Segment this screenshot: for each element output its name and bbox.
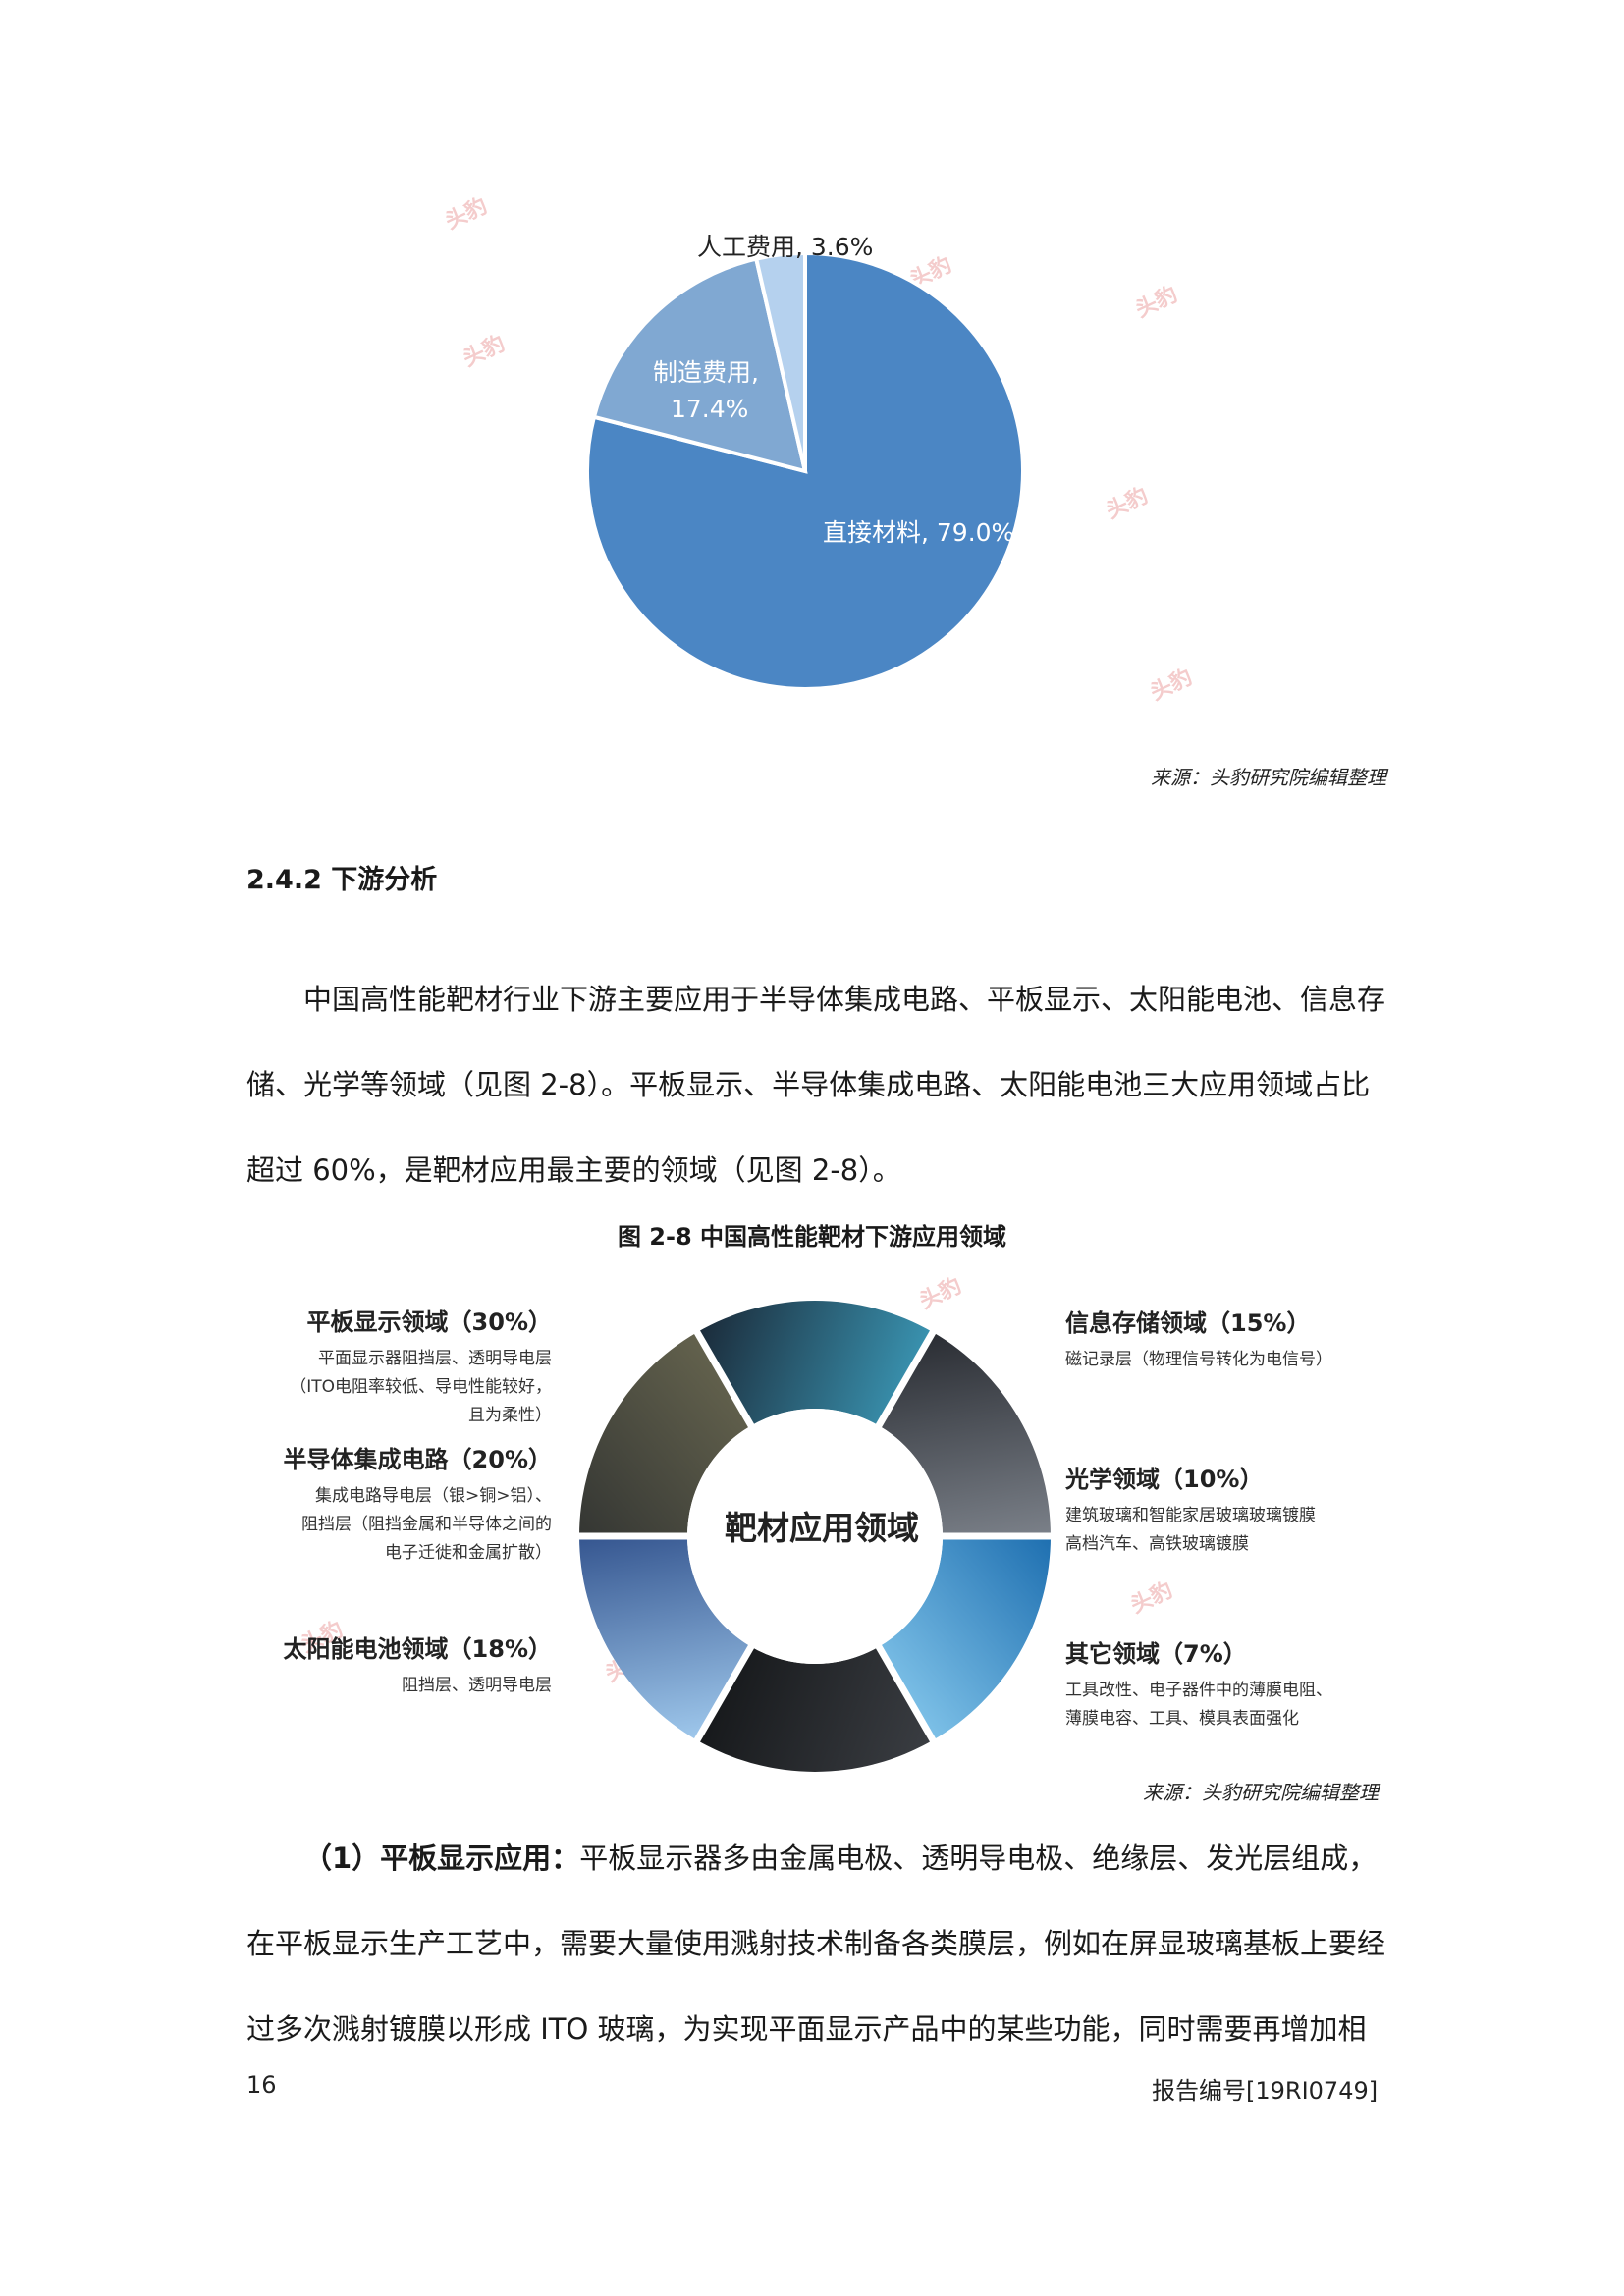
paragraph-line: 中国高性能靶材行业下游主要应用于半导体集成电路、平板显示、太阳能电池、信息存 [303, 983, 1386, 1016]
segment-desc: 工具改性、电子器件中的薄膜电阻、 [1065, 1681, 1332, 1700]
paragraph-text: 平板显示器多由金属电极、透明导电极、绝缘层、发光层组成， [579, 1842, 1378, 1875]
figure2-source: 来源：头豹研究院编辑整理 [1143, 1781, 1379, 1804]
paragraph-line: 储、光学等领域（见图 2-8）。平板显示、半导体集成电路、太阳能电池三大应用领域… [246, 1068, 1371, 1101]
segment-title: 平板显示领域（30%） [306, 1308, 552, 1336]
watermark: 头豹 [459, 331, 510, 372]
segment-desc: 集成电路导电层（银>铜>铝）、 [315, 1486, 552, 1506]
watermark: 头豹 [1102, 483, 1153, 524]
segment-desc: 阻挡层（阻挡金属和半导体之间的 [301, 1515, 552, 1534]
segment-flat-display: 平板显示领域（30%） 平面显示器阻挡层、透明导电层 （ITO电阻率较低、导电性… [275, 1303, 552, 1430]
watermark: 头豹 [1126, 1577, 1177, 1619]
segment-desc: 高档汽车、高铁玻璃镀膜 [1065, 1534, 1249, 1554]
report-number: 报告编号[19RI0749] [1152, 2077, 1379, 2105]
segment-desc: 阻挡层、透明导电层 [402, 1676, 552, 1695]
figure2-caption: 图 2-8 中国高性能靶材下游应用领域 [617, 1223, 1007, 1251]
pie-label-manufacturing-name: 制造费用, [653, 358, 759, 387]
section-heading: 2.4.2 下游分析 [246, 865, 438, 895]
watermark: 头豹 [1131, 282, 1182, 323]
pie-label-direct-materials: 直接材料, 79.0% [823, 518, 1015, 547]
ring-center-label: 靶材应用领域 [725, 1509, 919, 1547]
paragraph-line: 超过 60%，是靶材应用最主要的领域（见图 2-8）。 [246, 1153, 901, 1187]
segment-title: 其它领域（7%） [1065, 1640, 1247, 1668]
paragraph-line: 在平板显示生产工艺中，需要大量使用溅射技术制备各类膜层，例如在屏显玻璃基板上要经 [246, 1927, 1386, 1960]
segment-desc: 电子迁徙和金属扩散） [385, 1543, 552, 1563]
figure1-source: 来源：头豹研究院编辑整理 [1151, 766, 1386, 789]
segment-desc: 建筑玻璃和智能家居玻璃玻璃镀膜 [1065, 1506, 1316, 1525]
segment-title: 光学领域（10%） [1065, 1466, 1264, 1493]
segment-info-storage: 信息存储领域（15%） 磁记录层（物理信号转化为电信号） [1065, 1304, 1360, 1374]
segment-desc: 磁记录层（物理信号转化为电信号） [1065, 1350, 1332, 1369]
watermark: 头豹 [1146, 665, 1197, 706]
segment-optics: 光学领域（10%） 建筑玻璃和智能家居玻璃玻璃镀膜 高档汽车、高铁玻璃镀膜 [1065, 1460, 1360, 1559]
segment-title: 太阳能电池领域（18%） [283, 1635, 552, 1663]
segment-solar: 太阳能电池领域（18%） 阻挡层、透明导电层 [275, 1629, 552, 1700]
segment-title: 半导体集成电路（20%） [283, 1446, 552, 1473]
cost-structure-pie-chart [585, 250, 1025, 691]
segment-other: 其它领域（7%） 工具改性、电子器件中的薄膜电阻、 薄膜电容、工具、模具表面强化 [1065, 1634, 1360, 1734]
segment-desc: 且为柔性） [468, 1406, 552, 1425]
page-number: 16 [246, 2071, 277, 2099]
segment-desc: 薄膜电容、工具、模具表面强化 [1065, 1709, 1299, 1729]
paragraph-flat-display: （1）平板显示应用：平板显示器多由金属电极、透明导电极、绝缘层、发光层组成， 在… [246, 1816, 1385, 2072]
watermark: 头豹 [441, 193, 492, 235]
pie-label-manufacturing-value: 17.4% [671, 395, 749, 423]
paragraph-downstream: 中国高性能靶材行业下游主要应用于半导体集成电路、平板显示、太阳能电池、信息存 储… [246, 957, 1385, 1213]
paragraph-lead: （1）平板显示应用： [303, 1842, 580, 1875]
segment-desc: （ITO电阻率较低、导电性能较好， [290, 1377, 552, 1397]
segment-desc: 平面显示器阻挡层、透明导电层 [318, 1349, 552, 1368]
segment-title: 信息存储领域（15%） [1065, 1309, 1311, 1337]
paragraph-line: 过多次溅射镀膜以形成 ITO 玻璃，为实现平面显示产品中的某些功能，同时需要再增… [246, 2012, 1367, 2046]
pie-label-labor: 人工费用, 3.6% [697, 233, 874, 261]
segment-semiconductor: 半导体集成电路（20%） 集成电路导电层（银>铜>铝）、 阻挡层（阻挡金属和半导… [275, 1440, 552, 1568]
